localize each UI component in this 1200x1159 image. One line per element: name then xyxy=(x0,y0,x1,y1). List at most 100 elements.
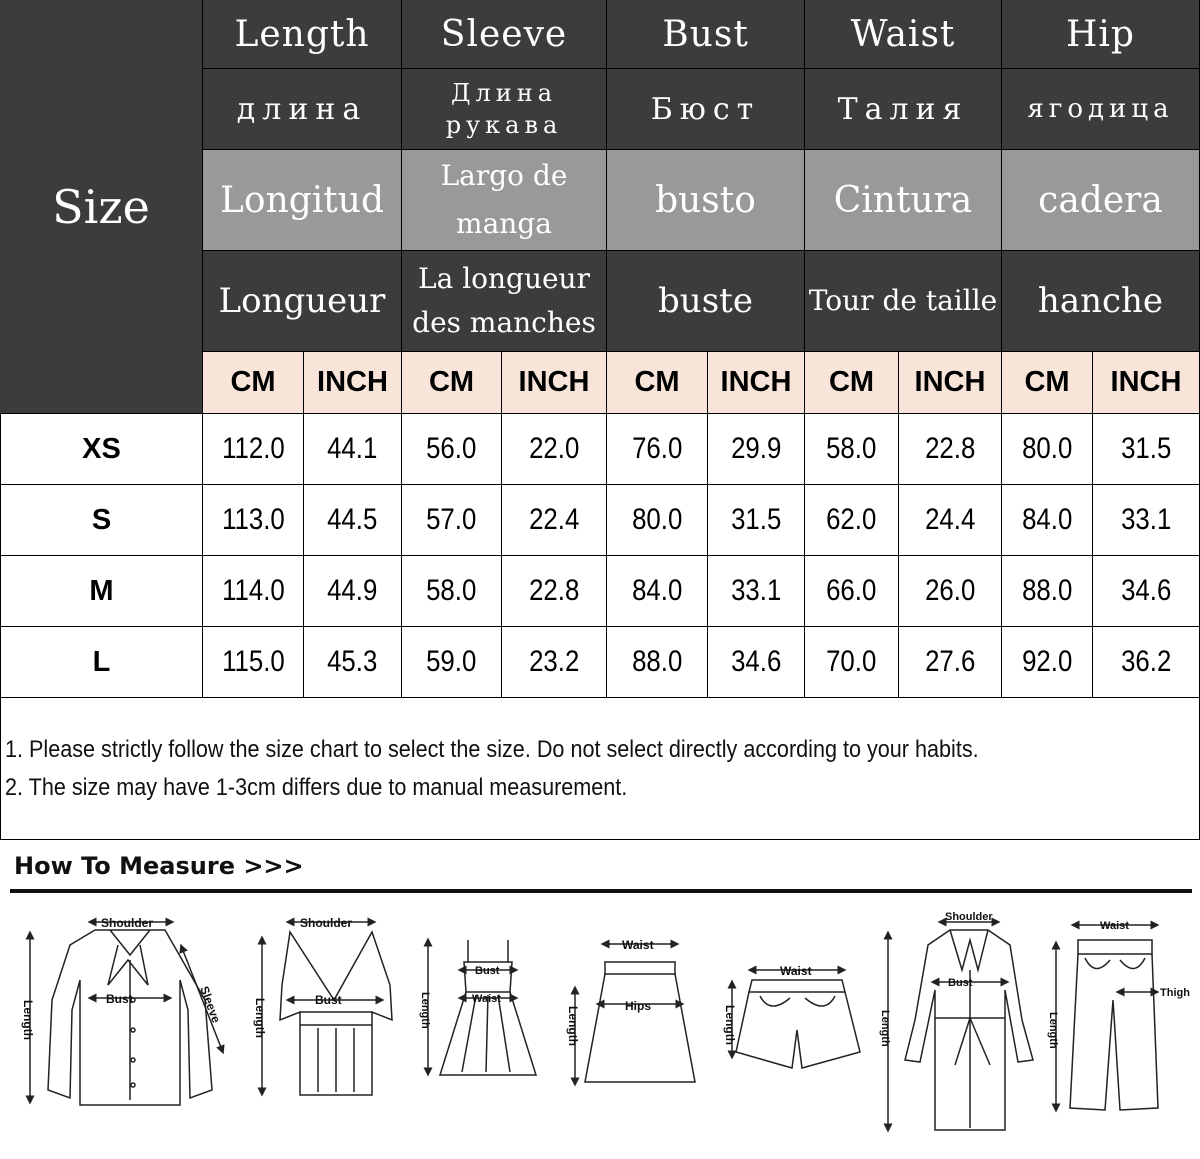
tank-top-icon xyxy=(257,917,393,1097)
cell-value: 44.5 xyxy=(327,503,378,536)
cell-value: 45.3 xyxy=(327,645,378,678)
size-header-label: Size xyxy=(52,179,150,234)
table-cell: 22.0 xyxy=(502,414,607,485)
size-column-header: Size xyxy=(0,0,203,414)
tank-bust-label: Bust xyxy=(315,993,342,1007)
cell-value: 84.0 xyxy=(631,574,683,607)
length-header-en: Length xyxy=(203,0,402,69)
skirt-waist-label: Waist xyxy=(622,938,654,952)
sleeve-header-en: Sleeve xyxy=(402,0,607,69)
header-text: Length xyxy=(234,13,370,55)
table-cell: 80.0 xyxy=(607,485,708,556)
blouse-sleeve-label: Sleeve xyxy=(197,984,223,1025)
cell-value: 22.8 xyxy=(924,432,976,465)
size-row-label: XS xyxy=(0,414,203,485)
coat-icon xyxy=(883,917,1034,1133)
header-text: hanche xyxy=(1037,281,1164,321)
skirt-hips-label: Hips xyxy=(625,999,651,1013)
table-cell: 24.4 xyxy=(899,485,1002,556)
table-cell: 112.0 xyxy=(203,414,304,485)
cell-value: 31.5 xyxy=(730,503,782,536)
unit-label: CM xyxy=(230,366,276,398)
header-text: Longitud xyxy=(219,179,385,221)
trousers-thigh-label: Thigh xyxy=(1160,987,1190,999)
bust-header-en: Bust xyxy=(607,0,805,69)
length-header-fr: Longueur xyxy=(203,251,402,352)
length-header-ru: длина xyxy=(203,69,402,150)
unit-label: CM xyxy=(828,366,875,398)
skirt-length-label: Length xyxy=(566,1006,580,1046)
coat-bust-label: Bust xyxy=(948,977,973,989)
cell-value: 44.9 xyxy=(327,574,378,607)
blouse-length-label: Length xyxy=(21,1000,35,1040)
cell-value: 22.4 xyxy=(528,503,580,536)
trousers-icon xyxy=(1051,920,1160,1113)
table-cell: 59.0 xyxy=(402,627,502,698)
unit-label: CM xyxy=(428,366,475,398)
table-cell: 76.0 xyxy=(607,414,708,485)
sleeve-header-ru: Длина рукава xyxy=(402,69,607,150)
unit-inch: INCH xyxy=(304,352,402,414)
table-cell: 44.1 xyxy=(304,414,402,485)
table-cell: 84.0 xyxy=(607,556,708,627)
cell-value: 44.1 xyxy=(327,432,378,465)
bust-header-ru: Бюст xyxy=(607,69,805,150)
hip-header-ru: ягодица xyxy=(1002,69,1200,150)
table-cell: 80.0 xyxy=(1002,414,1093,485)
cell-value: 84.0 xyxy=(1021,503,1073,536)
trousers-waist-label: Waist xyxy=(1100,920,1129,932)
table-cell: 88.0 xyxy=(607,627,708,698)
waist-header-en: Waist xyxy=(805,0,1002,69)
table-cell: 70.0 xyxy=(805,627,899,698)
cell-value: 62.0 xyxy=(826,503,877,536)
unit-inch: INCH xyxy=(708,352,805,414)
table-cell: 34.6 xyxy=(708,627,805,698)
cell-value: 34.6 xyxy=(1120,574,1172,607)
cell-value: 114.0 xyxy=(221,574,285,607)
hip-header-en: Hip xyxy=(1002,0,1200,69)
header-text: Hip xyxy=(1066,13,1135,55)
cell-value: 66.0 xyxy=(826,574,877,607)
table-cell: 92.0 xyxy=(1002,627,1093,698)
table-cell: 31.5 xyxy=(1093,414,1200,485)
unit-cm: CM xyxy=(607,352,708,414)
waist-header-ru: Талия xyxy=(805,69,1002,150)
coat-length-label: Length xyxy=(879,1010,891,1047)
dress-waist-label: Waist xyxy=(472,993,501,1005)
table-cell: 62.0 xyxy=(805,485,899,556)
cell-value: 59.0 xyxy=(426,645,477,678)
cell-value: 29.9 xyxy=(730,432,782,465)
divider xyxy=(10,889,1192,893)
table-cell: 31.5 xyxy=(708,485,805,556)
unit-label: CM xyxy=(1024,366,1070,398)
shorts-waist-label: Waist xyxy=(780,964,812,978)
unit-cm: CM xyxy=(402,352,502,414)
cell-value: 57.0 xyxy=(426,503,477,536)
unit-label: INCH xyxy=(914,366,986,398)
coat-shoulder-label: Shoulder xyxy=(945,911,993,923)
cell-value: 58.0 xyxy=(426,574,477,607)
notes-box: 1. Please strictly follow the size chart… xyxy=(0,698,1200,840)
cell-value: 112.0 xyxy=(221,432,285,465)
blouse-icon xyxy=(25,917,225,1106)
cell-value: 56.0 xyxy=(426,432,477,465)
cell-value: 58.0 xyxy=(826,432,877,465)
note-2: 2. The size may have 1-3cm differs due t… xyxy=(5,774,628,801)
cell-value: 76.0 xyxy=(631,432,683,465)
shorts-icon xyxy=(727,965,861,1069)
header-text: Sleeve xyxy=(440,13,568,55)
header-text: Tour de taille xyxy=(808,284,998,317)
table-cell: 113.0 xyxy=(203,485,304,556)
tank-shoulder-label: Shoulder xyxy=(300,916,352,930)
table-cell: 22.8 xyxy=(502,556,607,627)
hip-header-fr: hanche xyxy=(1002,251,1200,352)
table-cell: 56.0 xyxy=(402,414,502,485)
blouse-shoulder-label: Shoulder xyxy=(101,916,153,930)
table-cell: 114.0 xyxy=(203,556,304,627)
measurement-figures: Shoulder Bust Length Sleeve Shoulder Bus… xyxy=(21,911,1190,1133)
table-cell: 88.0 xyxy=(1002,556,1093,627)
cell-value: 26.0 xyxy=(924,574,976,607)
unit-label: INCH xyxy=(317,366,388,398)
cell-value: 80.0 xyxy=(631,503,683,536)
header-text: Waist xyxy=(850,13,956,55)
